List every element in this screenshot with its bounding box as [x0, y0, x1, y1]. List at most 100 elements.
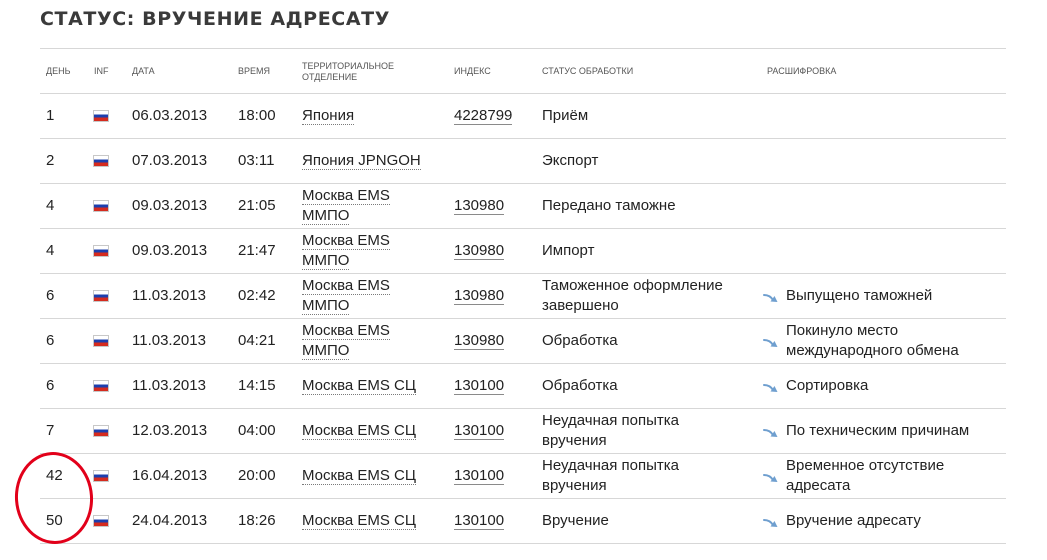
- cell-index: 130980: [448, 273, 536, 319]
- cell-time: 20:00: [232, 453, 296, 499]
- office-link-line2[interactable]: ММПО: [302, 297, 350, 315]
- table-row: 50 24.04.2013 18:26 Москва EMS СЦ 130100 Вруч…: [40, 498, 1006, 544]
- cell-office: Москва EMS СЦ: [296, 453, 448, 499]
- cell-day: 42: [40, 453, 88, 499]
- cell-status: Обработка: [536, 363, 761, 409]
- postal-index-link[interactable]: 130980: [454, 287, 505, 305]
- postal-index-link[interactable]: 130980: [454, 332, 505, 350]
- cell-status: Вручение: [536, 498, 761, 544]
- office-link[interactable]: Япония JPNGOH: [302, 152, 421, 170]
- cell-time: 21:05: [232, 183, 296, 229]
- postal-index-link[interactable]: 130100: [454, 377, 505, 395]
- header-office-line1: ТЕРРИТОРИАЛЬНОЕ: [302, 60, 395, 71]
- decode-block: Покинуло место международного обмена: [763, 321, 1006, 361]
- cell-date: 12.03.2013: [126, 408, 232, 454]
- office-link[interactable]: Москва EMS: [302, 322, 390, 340]
- cell-inf: [88, 228, 126, 274]
- decode-text: По техническим причинам: [786, 421, 969, 441]
- cell-day: 1: [40, 93, 88, 139]
- cell-inf: [88, 93, 126, 139]
- status-text: Приём: [542, 107, 589, 124]
- curved-arrow-icon: [763, 515, 780, 527]
- postal-index-link[interactable]: 130980: [454, 242, 505, 260]
- header-date: ДАТА: [126, 50, 232, 94]
- header-office-line2: ОТДЕЛЕНИЕ: [302, 71, 358, 82]
- russia-flag-icon: [94, 336, 108, 347]
- curved-arrow-icon: [763, 380, 780, 392]
- cell-decode: [761, 138, 1006, 184]
- cell-status: Таможенное оформление завершено: [536, 273, 761, 319]
- cell-index: 130100: [448, 498, 536, 544]
- office-link-line2[interactable]: ММПО: [302, 207, 350, 225]
- russia-flag-icon: [94, 291, 108, 302]
- cell-time: 04:00: [232, 408, 296, 454]
- postal-index-link[interactable]: 4228799: [454, 107, 513, 125]
- cell-decode: [761, 228, 1006, 274]
- cell-office: Япония JPNGOH: [296, 138, 448, 184]
- office-link-line2[interactable]: ММПО: [302, 252, 350, 270]
- postal-index-link[interactable]: 130100: [454, 467, 505, 485]
- cell-time: 02:42: [232, 273, 296, 319]
- table-row: 4 09.03.2013 21:05 Москва EMS ММПО 130980 Пере…: [40, 183, 1006, 229]
- cell-index: 130980: [448, 228, 536, 274]
- status-text: Передано таможне: [542, 197, 676, 214]
- russia-flag-icon: [94, 381, 108, 392]
- tracking-table-body: 1 06.03.2013 18:00 Япония 4228799 Приём 2 07.03…: [40, 93, 1006, 544]
- decode-text-line1: Сортировка: [786, 377, 869, 394]
- cell-inf: [88, 273, 126, 319]
- decode-text-line1: Вручение адресату: [786, 512, 921, 529]
- decode-text-line2: адресата: [786, 477, 851, 494]
- decode-block: Выпущено таможней: [763, 286, 1006, 306]
- postal-index-link[interactable]: 130100: [454, 422, 505, 440]
- cell-day: 6: [40, 273, 88, 319]
- cell-date: 11.03.2013: [126, 318, 232, 364]
- cell-date: 06.03.2013: [126, 93, 232, 139]
- table-row: 6 11.03.2013 04:21 Москва EMS ММПО 130980 Обра…: [40, 318, 1006, 364]
- decode-block: Сортировка: [763, 376, 1006, 396]
- office-link[interactable]: Москва EMS СЦ: [302, 512, 416, 530]
- office-link-line2[interactable]: ММПО: [302, 342, 350, 360]
- office-link[interactable]: Москва EMS СЦ: [302, 422, 416, 440]
- status-text: Импорт: [542, 242, 595, 259]
- header-office: ТЕРРИТОРИАЛЬНОЕ ОТДЕЛЕНИЕ: [296, 50, 448, 94]
- russia-flag-icon: [94, 156, 108, 167]
- header-index: ИНДЕКС: [448, 50, 536, 94]
- office-link[interactable]: Москва EMS: [302, 277, 390, 295]
- status-text-line2: вручения: [542, 432, 607, 449]
- status-text: Обработка: [542, 332, 618, 349]
- curved-arrow-icon: [763, 335, 780, 347]
- office-link[interactable]: Москва EMS СЦ: [302, 377, 416, 395]
- office-link[interactable]: Москва EMS: [302, 187, 390, 205]
- postal-index-link[interactable]: 130980: [454, 197, 505, 215]
- table-row: 7 12.03.2013 04:00 Москва EMS СЦ 130100 Неуда…: [40, 408, 1006, 454]
- russia-flag-icon: [94, 246, 108, 257]
- cell-inf: [88, 318, 126, 364]
- cell-decode: Временное отсутствие адресата: [761, 453, 1006, 499]
- office-link[interactable]: Москва EMS СЦ: [302, 467, 416, 485]
- cell-status: Неудачная попытка вручения: [536, 408, 761, 454]
- title-divider: [40, 48, 1006, 49]
- cell-office: Москва EMS СЦ: [296, 408, 448, 454]
- table-row: 6 11.03.2013 02:42 Москва EMS ММПО 130980 Тамо…: [40, 273, 1006, 319]
- header-decode: РАСШИФРОВКА: [761, 50, 1006, 94]
- decode-text-line2: международного обмена: [786, 342, 959, 359]
- office-link[interactable]: Япония: [302, 107, 355, 125]
- office-link[interactable]: Москва EMS: [302, 232, 390, 250]
- cell-date: 24.04.2013: [126, 498, 232, 544]
- cell-inf: [88, 183, 126, 229]
- cell-status: Неудачная попытка вручения: [536, 453, 761, 499]
- cell-office: Москва EMS ММПО: [296, 318, 448, 364]
- postal-index-link[interactable]: 130100: [454, 512, 505, 530]
- cell-office: Москва EMS СЦ: [296, 498, 448, 544]
- russia-flag-icon: [94, 471, 108, 482]
- decode-text: Вручение адресату: [786, 511, 921, 531]
- status-text-line2: вручения: [542, 477, 607, 494]
- cell-time: 14:15: [232, 363, 296, 409]
- cell-date: 11.03.2013: [126, 273, 232, 319]
- cell-decode: Вручение адресату: [761, 498, 1006, 544]
- decode-block: Временное отсутствие адресата: [763, 456, 1006, 496]
- cell-time: 18:00: [232, 93, 296, 139]
- cell-date: 11.03.2013: [126, 363, 232, 409]
- cell-index: 130100: [448, 363, 536, 409]
- table-row: 2 07.03.2013 03:11 Япония JPNGOH Экспорт: [40, 138, 1006, 184]
